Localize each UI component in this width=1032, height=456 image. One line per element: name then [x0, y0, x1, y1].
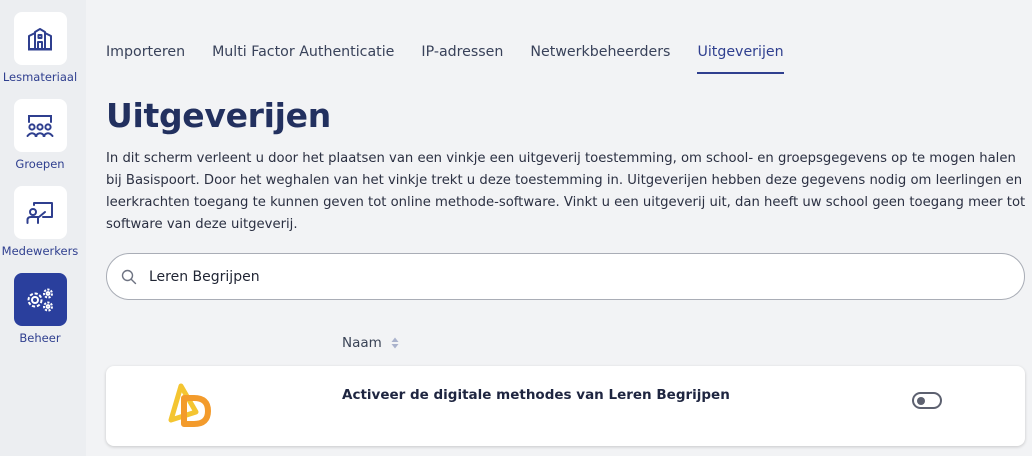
nav-tile-active	[13, 273, 67, 326]
search-bar[interactable]	[106, 253, 1025, 300]
sidebar-item-medewerkers[interactable]: Medewerkers	[0, 186, 80, 258]
gears-icon	[27, 288, 53, 311]
column-header-naam[interactable]: Naam	[342, 335, 399, 351]
tab-bar: Importeren Multi Factor Authenticatie IP…	[106, 44, 1032, 74]
sidebar-item-label: Medewerkers	[1, 244, 79, 258]
teacher-board-icon	[26, 201, 53, 224]
tab-ip-adressen[interactable]: IP-adressen	[421, 44, 503, 74]
tab-multi-factor-authenticatie[interactable]: Multi Factor Authenticatie	[212, 44, 394, 74]
nav-tile	[13, 186, 67, 239]
sidebar-item-lesmateriaal[interactable]: Lesmateriaal	[0, 12, 80, 84]
publisher-logo	[164, 382, 212, 432]
intro-text: In dit scherm verleent u door het plaats…	[106, 151, 1026, 232]
nav-tile	[13, 12, 67, 65]
sidebar-item-label: Groepen	[15, 157, 65, 171]
search-input[interactable]	[149, 268, 969, 285]
sidebar-item-label: Beheer	[19, 331, 61, 345]
tab-importeren[interactable]: Importeren	[106, 44, 185, 74]
sidebar-item-groepen[interactable]: Groepen	[0, 99, 80, 171]
main-content: Importeren Multi Factor Authenticatie IP…	[86, 0, 1032, 456]
sort-icon	[391, 337, 399, 349]
sidebar: Lesmateriaal Groepen Medewerkers Beheer	[0, 0, 86, 456]
publisher-name: Activeer de digitale methodes van Leren …	[342, 387, 730, 403]
nav-tile	[13, 99, 67, 152]
tab-netwerkbeheerders[interactable]: Netwerkbeheerders	[530, 44, 670, 74]
consent-toggle[interactable]	[912, 392, 942, 409]
group-people-icon	[26, 114, 54, 137]
column-header-label: Naam	[342, 335, 382, 351]
table-row: Activeer de digitale methodes van Leren …	[106, 366, 1025, 446]
toggle-knob	[917, 396, 925, 405]
page-title: Uitgeverijen	[106, 96, 331, 135]
tab-uitgeverijen[interactable]: Uitgeverijen	[697, 44, 784, 74]
search-icon	[121, 269, 137, 284]
sidebar-item-beheer[interactable]: Beheer	[0, 273, 80, 345]
sidebar-item-label: Lesmateriaal	[2, 70, 78, 84]
school-building-icon	[28, 27, 52, 50]
